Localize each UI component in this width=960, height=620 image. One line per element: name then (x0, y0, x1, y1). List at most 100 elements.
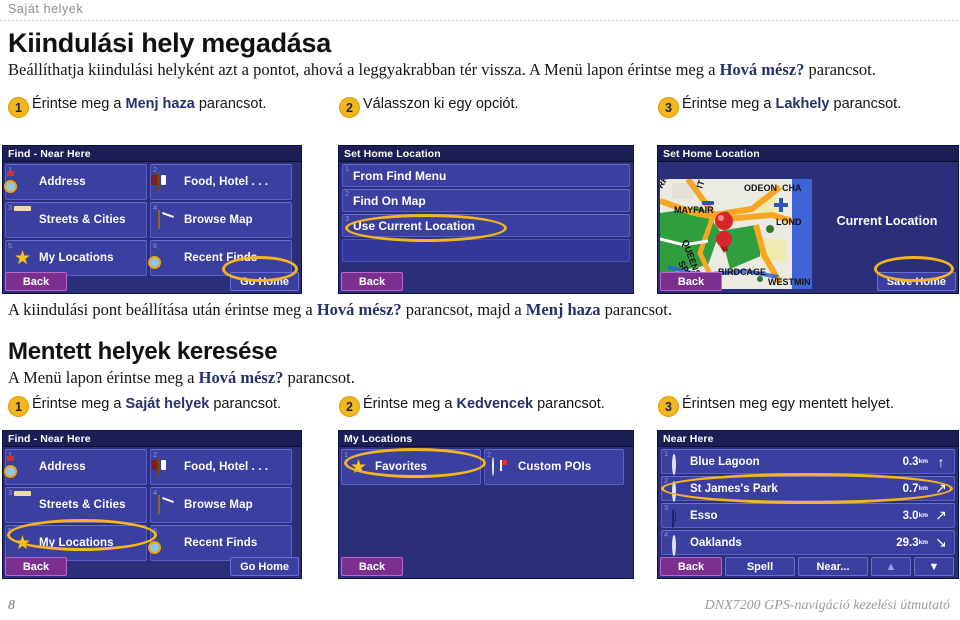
row-index: 3 (345, 214, 350, 223)
address-icon (13, 457, 33, 476)
screenshot-my-locations: My Locations 1 ★ Favorites 2 Custom POIs… (338, 430, 634, 579)
tile-address[interactable]: 1 Address (5, 449, 147, 485)
row-empty (342, 239, 630, 262)
tile-index: 6 (153, 241, 158, 250)
svg-text:MAYFAIR: MAYFAIR (674, 205, 714, 215)
row-label: Use Current Location (353, 218, 476, 233)
direction-arrow-icon: ↗ (935, 480, 947, 496)
star-icon: ★ (349, 457, 368, 478)
section2-title: Mentett helyek keresése (8, 338, 278, 365)
go-home-button[interactable]: Go Home (230, 557, 299, 576)
back-button[interactable]: Back (660, 272, 722, 291)
note-tail: parancsot. (600, 300, 672, 319)
section1-note: A kiindulási pont beállítása után érints… (8, 300, 672, 320)
tile-streets-cities[interactable]: 3 Streets & Cities (5, 202, 147, 238)
s1-step3-post: parancsot. (829, 96, 902, 112)
poi-distance-unit: km (918, 485, 928, 493)
tile-label: Food, Hotel . . . (184, 176, 269, 188)
tile-streets-cities[interactable]: 3 Streets & Cities (5, 487, 147, 523)
tile-custom-pois[interactable]: 2 Custom POIs (484, 449, 624, 485)
back-button[interactable]: Back (341, 557, 403, 576)
screenshot-set-home-location: Set Home Location 1 From Find Menu 2 Fin… (338, 145, 634, 294)
custom-poi-icon (492, 457, 512, 476)
page-title: Kiindulási hely megadása (8, 28, 331, 58)
find-menu-grid: 1 Address 2 Food, Hotel . . . 3 Streets … (3, 162, 301, 276)
back-button[interactable]: Back (5, 557, 67, 576)
step-badge-3: 3 (658, 97, 679, 118)
tile-favorites[interactable]: 1 ★ Favorites (341, 449, 481, 485)
tile-recent-finds[interactable]: 6 Recent Finds (150, 525, 292, 561)
page-number: 8 (8, 598, 15, 613)
poi-name: Esso (690, 509, 718, 522)
row-index: 1 (664, 449, 669, 458)
tile-index: 6 (153, 526, 158, 535)
poi-distance: 3.0km (903, 510, 928, 522)
near-row-esso[interactable]: 3 Esso 3.0km ↗ (661, 503, 955, 528)
tile-label: Favorites (375, 461, 428, 473)
tile-index: 5 (8, 526, 13, 535)
s2-step1-pre: Érintse meg a (32, 396, 126, 412)
near-button[interactable]: Near... (798, 557, 868, 576)
scroll-down-button[interactable]: ▼ (914, 557, 954, 576)
tile-my-locations[interactable]: 5 ★ My Locations (5, 525, 147, 561)
tile-address[interactable]: 1 Address (5, 164, 147, 200)
step2-badge-3: 3 (658, 396, 679, 417)
screenshot-find-near-here-2: Find - Near Here 1 Address 2 Food, Hotel… (2, 430, 302, 579)
go-home-button[interactable]: Go Home (230, 272, 299, 291)
tile-label: Address (39, 461, 86, 473)
spell-button[interactable]: Spell (725, 557, 795, 576)
step-badge-1: 1 (8, 97, 29, 118)
my-locations-grid: 1 ★ Favorites 2 Custom POIs (339, 447, 633, 485)
near-row-st-james-park[interactable]: 2 St James's Park 0.7km ↗ (661, 476, 955, 502)
tile-recent-finds[interactable]: 6 Recent Finds (150, 240, 292, 276)
screen-title: Find - Near Here (3, 431, 301, 447)
s2-intro-tail: parancsot. (283, 368, 355, 387)
near-row-blue-lagoon[interactable]: 1 Blue Lagoon 0.3km ↑ (661, 449, 955, 475)
tile-browse-map[interactable]: 4 Browse Map (150, 202, 292, 238)
tile-label: Recent Finds (184, 252, 258, 264)
s2-intro-bold: Hová mész? (198, 368, 284, 387)
back-button[interactable]: Back (341, 272, 403, 291)
poi-name: Oaklands (690, 536, 742, 549)
tile-index: 3 (8, 203, 13, 212)
s1-step3-bold: Lakhely (775, 96, 830, 112)
row-find-on-map[interactable]: 2 Find On Map (342, 189, 630, 212)
poi-distance: 0.3km (903, 456, 928, 468)
tile-index: 2 (153, 450, 158, 459)
row-index: 3 (664, 503, 669, 512)
note-bold-1: Hová mész? (316, 300, 402, 319)
star-icon: ★ (13, 248, 32, 269)
back-button[interactable]: Back (660, 557, 722, 576)
section1-intro: Beállíthatja kiindulási helyként azt a p… (8, 60, 876, 80)
section1-step-3-text: Érintse meg a Lakhely parancsot. (682, 96, 957, 114)
tile-index: 1 (344, 450, 349, 459)
tile-my-locations[interactable]: 5 ★ My Locations (5, 240, 147, 276)
row-from-find-menu[interactable]: 1 From Find Menu (342, 164, 630, 187)
poi-distance-value: 0.3 (902, 455, 919, 468)
back-button[interactable]: Back (5, 272, 67, 291)
poi-dot-icon (672, 534, 684, 556)
save-home-button[interactable]: Save Home (876, 272, 956, 291)
s1-step1-post: parancsot. (194, 96, 267, 112)
scroll-up-button[interactable]: ▲ (871, 557, 911, 576)
note-mid: parancsot, majd a (401, 300, 526, 319)
tile-food-hotel[interactable]: 2 Food, Hotel . . . (150, 449, 292, 485)
tile-food-hotel[interactable]: 2 Food, Hotel . . . (150, 164, 292, 200)
browse-map-icon (158, 495, 178, 514)
tile-label: Browse Map (184, 499, 253, 511)
tile-label: Streets & Cities (39, 214, 126, 226)
header-divider (0, 20, 960, 21)
tile-index: 4 (153, 488, 158, 497)
streets-cities-icon (13, 211, 33, 229)
screen-title: My Locations (339, 431, 633, 447)
screen-bottom-bar: Back Spell Near... ▲ ▼ (658, 557, 958, 578)
near-row-oaklands[interactable]: 4 Oaklands 29.3km ↘ (661, 530, 955, 556)
tile-index: 5 (8, 241, 13, 250)
row-index: 1 (345, 164, 350, 173)
screen-bottom-bar: Back (339, 272, 633, 293)
tile-index: 3 (8, 488, 13, 497)
tile-browse-map[interactable]: 4 Browse Map (150, 487, 292, 523)
svg-text:LOND: LOND (776, 217, 802, 227)
tile-label: Custom POIs (518, 461, 592, 473)
row-use-current-location[interactable]: 3 Use Current Location (342, 214, 630, 237)
